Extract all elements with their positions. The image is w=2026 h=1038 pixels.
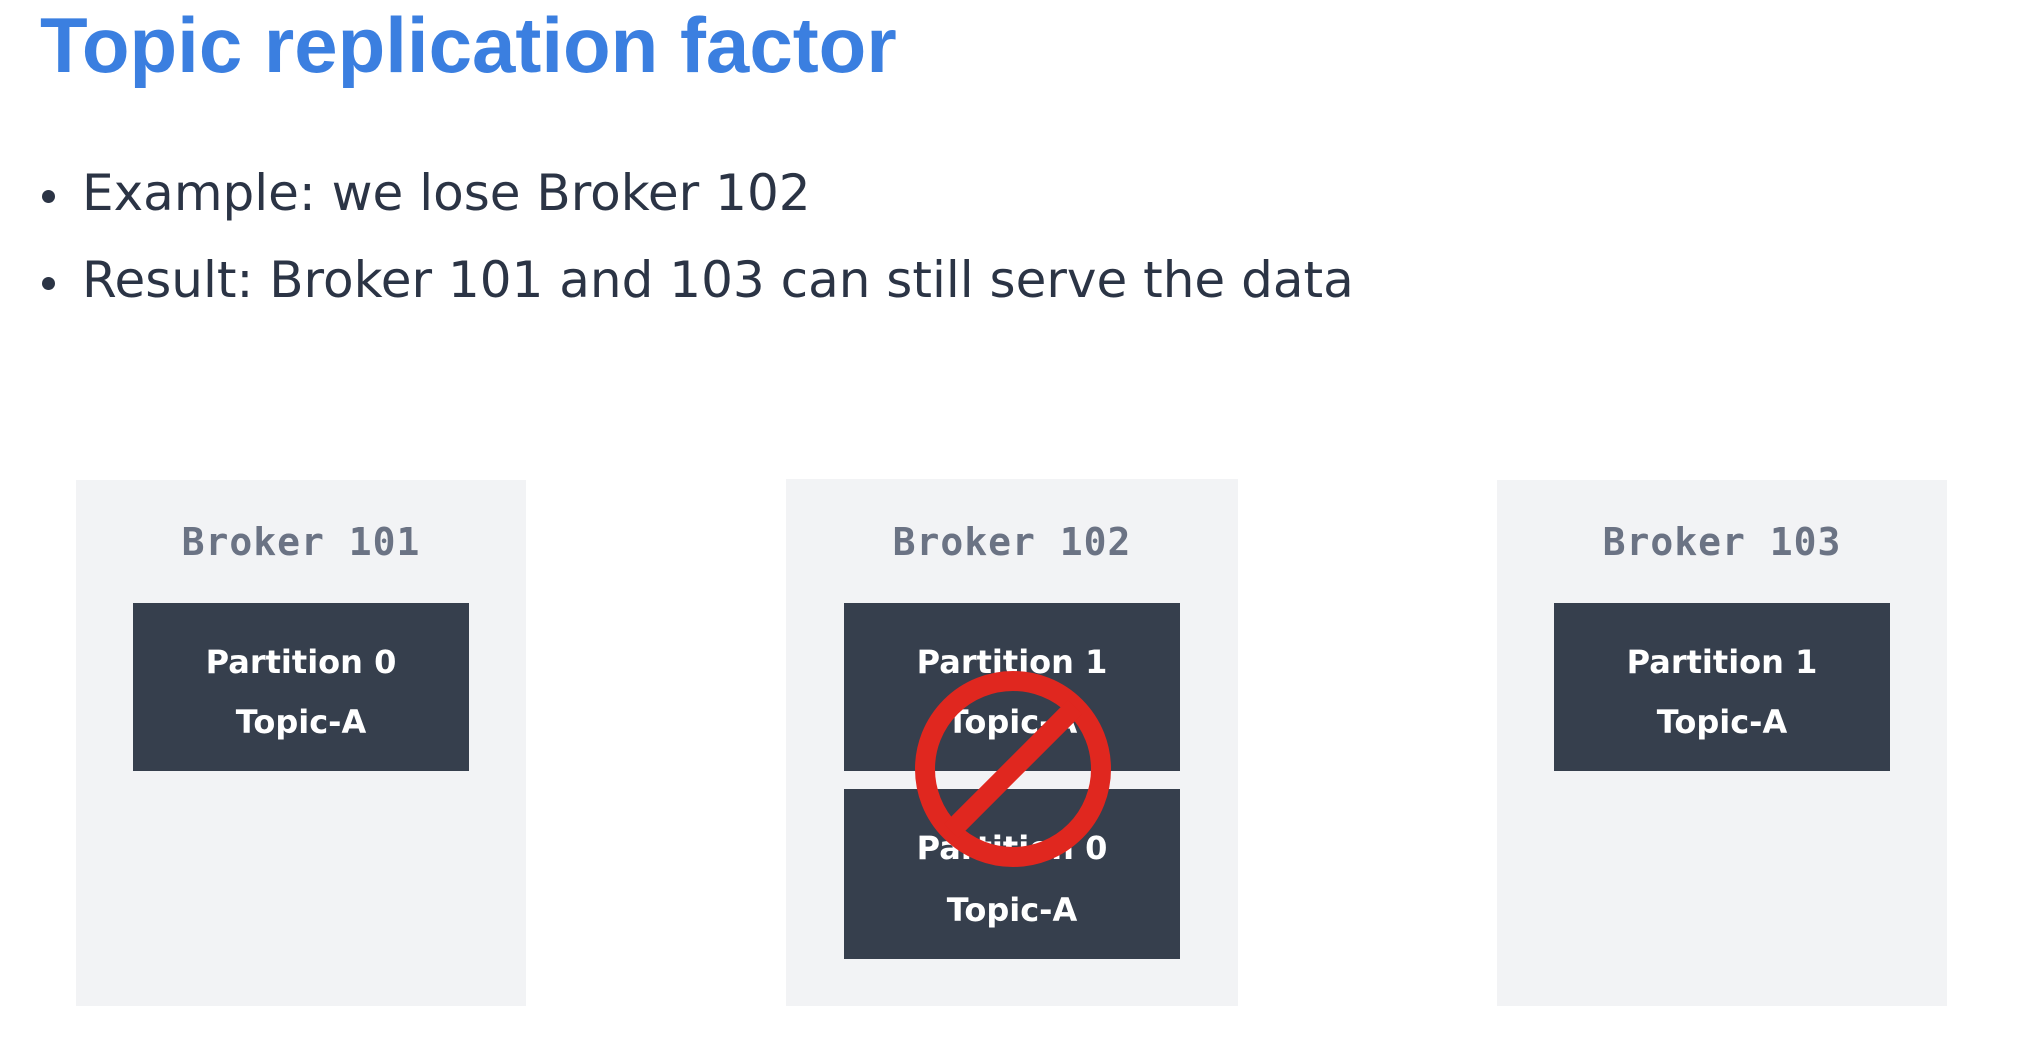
partition-box: Partition 0 Topic-A (133, 603, 469, 771)
topic-name: Topic-A (1656, 703, 1788, 741)
bullet-dot-icon (42, 277, 55, 290)
topic-name: Topic-A (946, 891, 1078, 929)
prohibited-icon (915, 671, 1111, 867)
broker-label: Broker 102 (892, 520, 1132, 564)
broker-103-box: Broker 103 Partition 1 Topic-A (1497, 480, 1947, 1006)
page-title: Topic replication factor (40, 1, 897, 89)
topic-name: Topic-A (235, 703, 367, 741)
broker-label: Broker 103 (1602, 520, 1842, 564)
bullet-text: Example: we lose Broker 102 (82, 164, 811, 222)
partition-name: Partition 0 (205, 643, 397, 681)
partition-box: Partition 1 Topic-A (1554, 603, 1890, 771)
prohibited-slash (943, 699, 1083, 839)
broker-101-box: Broker 101 Partition 0 Topic-A (76, 480, 526, 1006)
broker-label: Broker 101 (181, 520, 421, 564)
bullet-dot-icon (42, 190, 55, 203)
bullet-text: Result: Broker 101 and 103 can still ser… (82, 251, 1354, 309)
partition-name: Partition 1 (1626, 643, 1818, 681)
